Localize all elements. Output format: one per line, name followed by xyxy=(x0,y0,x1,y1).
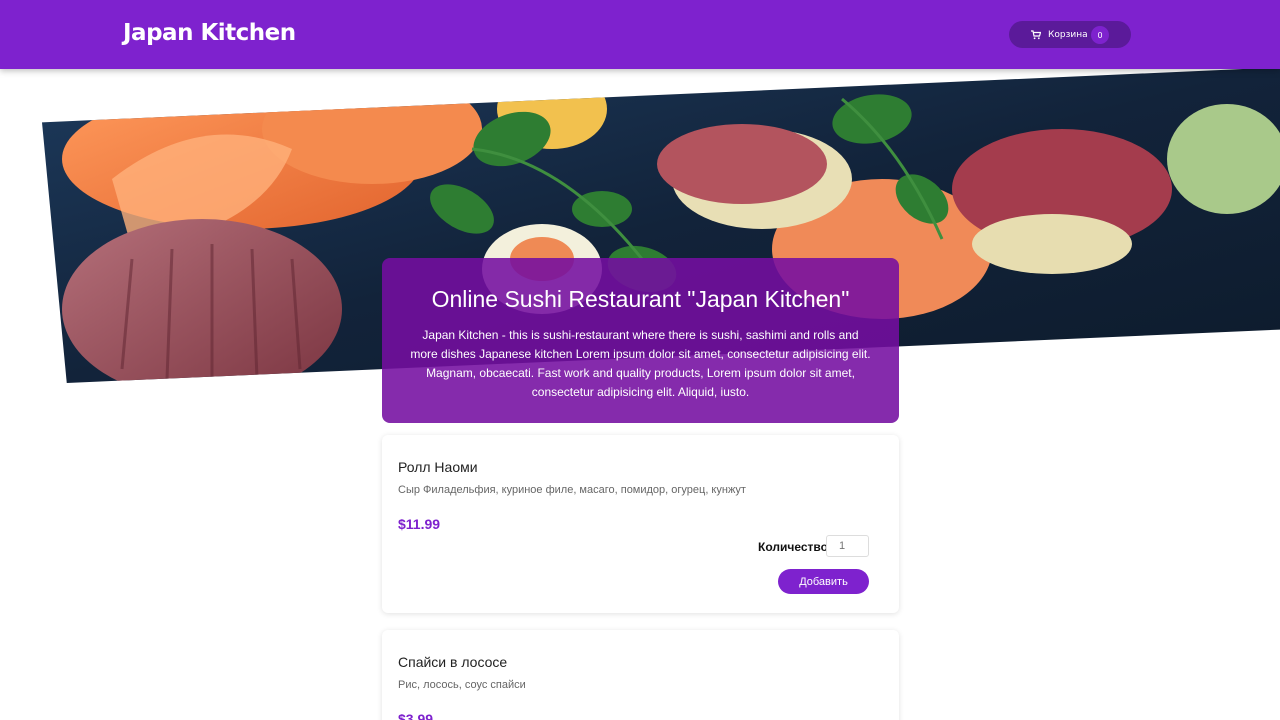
add-to-cart-button[interactable]: Добавить xyxy=(778,569,869,594)
cart-icon xyxy=(1031,29,1041,40)
quantity-label: Количество xyxy=(758,540,828,554)
product-card: Спайси в лососе Рис, лосось, соус спайси… xyxy=(382,630,899,720)
product-description: Сыр Филадельфия, куриное филе, масаго, п… xyxy=(398,484,746,496)
quantity-input[interactable] xyxy=(826,535,869,557)
product-name: Ролл Наоми xyxy=(398,459,478,475)
product-price: $3.99 xyxy=(398,711,434,720)
product-price: $11.99 xyxy=(398,516,441,532)
product-card: Ролл Наоми Сыр Филадельфия, куриное филе… xyxy=(382,435,899,613)
cart-button[interactable]: Корзина 0 xyxy=(1009,21,1131,48)
top-navbar: Japan Kitchen Корзина 0 xyxy=(0,0,1280,69)
hero-intro-card: Online Sushi Restaurant "Japan Kitchen" … xyxy=(382,258,899,423)
hero-title: Online Sushi Restaurant "Japan Kitchen" xyxy=(431,286,850,312)
product-description: Рис, лосось, соус спайси xyxy=(398,679,526,691)
brand-logo[interactable]: Japan Kitchen xyxy=(123,20,296,46)
product-name: Спайси в лососе xyxy=(398,654,508,670)
hero-description: Japan Kitchen - this is sushi-restaurant… xyxy=(410,328,871,399)
cart-count-badge: 0 xyxy=(1091,26,1109,44)
cart-label: Корзина xyxy=(1048,29,1088,40)
